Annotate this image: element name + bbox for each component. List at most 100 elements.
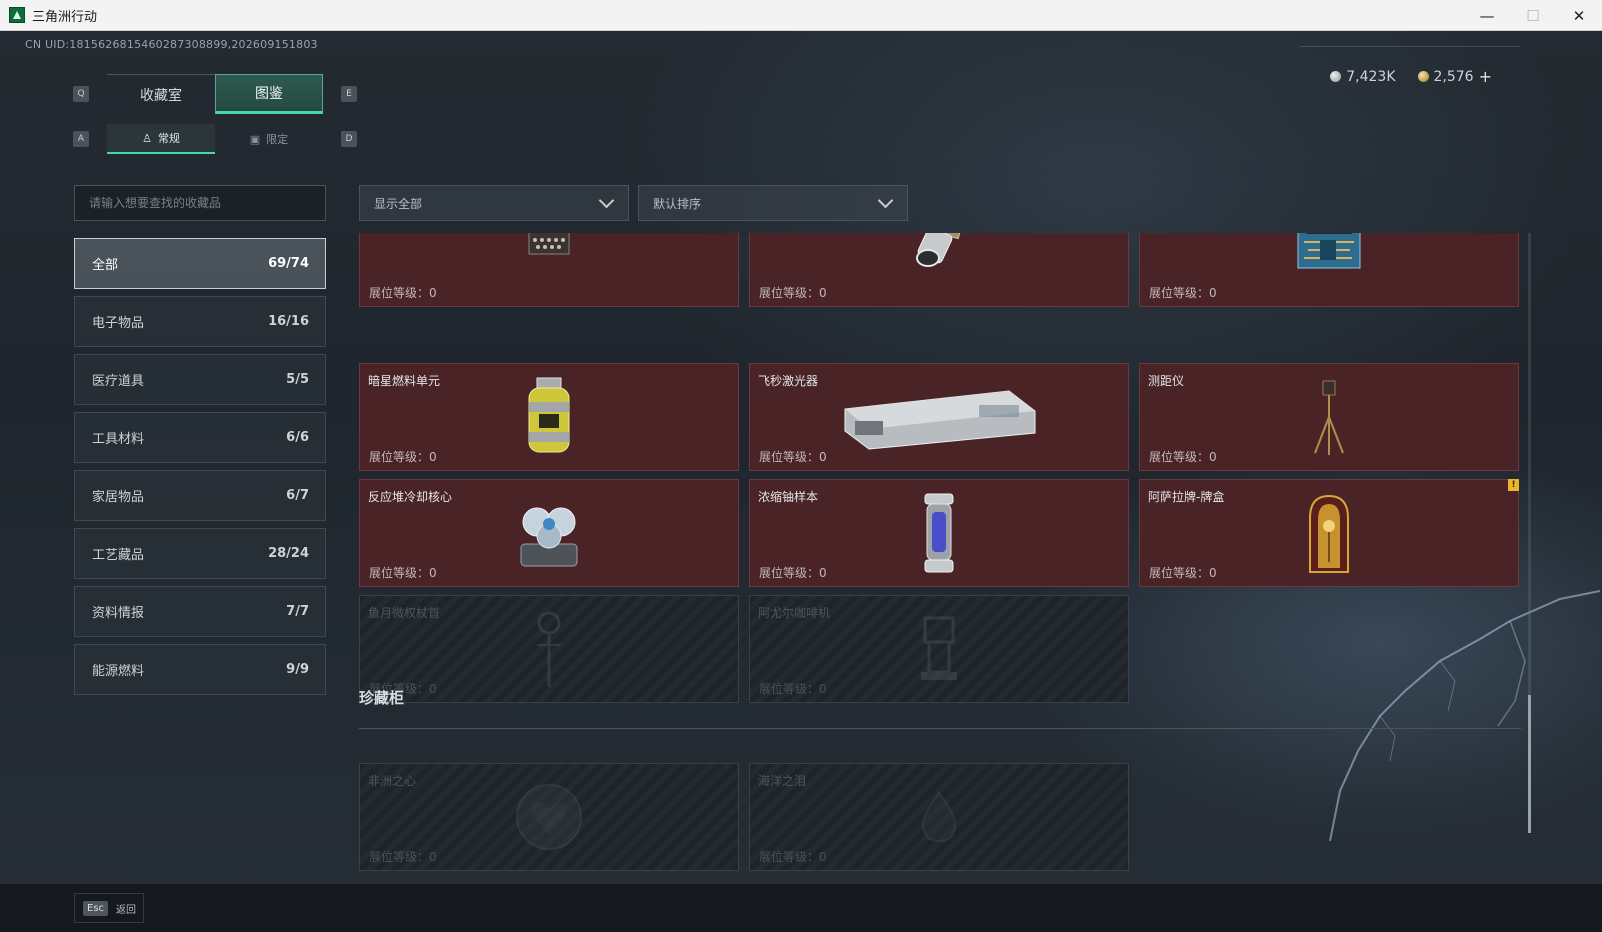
category-intel[interactable]: 资料情报 7/7 [74, 586, 326, 637]
category-count: 16/16 [268, 314, 309, 329]
decorative-line [1300, 46, 1520, 47]
silver-amount: 7,423K [1346, 68, 1396, 85]
cabinet-card-locked[interactable]: 海洋之泪 展位等级：0 [749, 763, 1129, 871]
card-name: 飞秒激光器 [758, 374, 819, 388]
uranium-capsule-icon [924, 493, 954, 573]
close-button[interactable]: ✕ [1556, 0, 1602, 31]
category-label: 全部 [92, 258, 119, 273]
window-titlebar: 三角洲行动 — ☐ ✕ [0, 0, 1602, 31]
prev-subtab-key-hint: A [73, 131, 89, 147]
player-uid: CN UID:1815626815460287308899,2026091518… [25, 38, 318, 51]
card-name: 测距仪 [1148, 374, 1185, 388]
back-button[interactable]: Esc 返回 [74, 893, 144, 923]
card-level: 展位等级：0 [759, 450, 827, 464]
subtab-limited[interactable]: ▣ 限定 [215, 124, 323, 154]
subtab-regular-label: 常规 [157, 132, 180, 145]
category-count: 5/5 [286, 372, 309, 387]
typewriter-icon [528, 233, 570, 255]
tab-collection-room[interactable]: 收藏室 [107, 74, 215, 114]
category-label: 资料情报 [92, 606, 145, 621]
collection-card[interactable]: 浓缩铀样本 展位等级：0 [749, 479, 1129, 587]
card-level: 展位等级：0 [759, 850, 827, 864]
game-screen: CN UID:1815626815460287308899,2026091518… [0, 31, 1602, 932]
circuit-machine-icon [1297, 233, 1361, 269]
chevron-down-icon [877, 192, 894, 208]
search-input[interactable] [74, 185, 326, 221]
category-electronics[interactable]: 电子物品 16/16 [74, 296, 326, 347]
card-level: 展位等级：0 [369, 566, 437, 580]
add-currency-button[interactable]: + [1479, 67, 1492, 86]
category-count: 6/7 [286, 488, 309, 503]
card-level: 展位等级：0 [369, 450, 437, 464]
card-level: 展位等级：0 [369, 286, 437, 300]
esc-key-hint: Esc [83, 900, 109, 916]
category-crafts[interactable]: 工艺藏品 28/24 [74, 528, 326, 579]
subtab-limited-label: 限定 [266, 133, 289, 146]
card-level: 展位等级：0 [1149, 566, 1217, 580]
minimize-button[interactable]: — [1464, 0, 1510, 31]
subtab-regular[interactable]: ♙ 常规 [107, 124, 215, 154]
scrollbar-thumb[interactable] [1528, 695, 1531, 833]
sort-dropdown-value: 默认排序 [653, 196, 702, 211]
tab-codex[interactable]: 图鉴 [215, 74, 323, 114]
category-label: 工具材料 [92, 432, 145, 447]
category-household[interactable]: 家居物品 6/7 [74, 470, 326, 521]
card-name: 海洋之泪 [758, 774, 807, 788]
gold-currency: 2,576 + [1417, 67, 1492, 86]
card-level: 展位等级：0 [1149, 286, 1217, 300]
collection-card-locked[interactable]: 鱼月微权杖首 展位等级：0 [359, 595, 739, 703]
collection-grid: 展位等级：0 展位等级：0 展位等级：0 暗星燃料单元 展位等级：0 飞秒激光器… [359, 233, 1531, 879]
back-label: 返回 [116, 904, 137, 916]
reactor-core-icon [520, 507, 578, 567]
collection-card[interactable]: 展位等级：0 [359, 233, 739, 307]
category-medical[interactable]: 医疗道具 5/5 [74, 354, 326, 405]
card-name: 非洲之心 [368, 774, 417, 788]
collection-card-locked[interactable]: 阿尤尔咖啡机 展位等级：0 [749, 595, 1129, 703]
collection-card[interactable]: 暗星燃料单元 展位等级：0 [359, 363, 739, 471]
category-all[interactable]: 全部 69/74 [74, 238, 326, 289]
collection-card[interactable]: 飞秒激光器 展位等级：0 [749, 363, 1129, 471]
card-level: 展位等级：0 [759, 286, 827, 300]
sort-dropdown[interactable]: 默认排序 [638, 185, 908, 221]
tripod-icon [1314, 380, 1344, 455]
app-logo-icon [9, 7, 25, 23]
category-label: 能源燃料 [92, 664, 145, 679]
filter-dropdown-value: 显示全部 [374, 196, 423, 211]
category-count: 69/74 [268, 256, 309, 271]
figure-icon: ♙ [142, 131, 152, 145]
category-label: 电子物品 [92, 316, 145, 331]
card-name: 反应堆冷却核心 [368, 490, 453, 504]
collection-card[interactable]: 测距仪 展位等级：0 [1139, 363, 1519, 471]
collection-card[interactable]: 展位等级：0 [749, 233, 1129, 307]
laser-case-icon [844, 390, 1036, 450]
window-controls: — ☐ ✕ [1464, 0, 1602, 31]
card-level: 展位等级：0 [369, 850, 437, 864]
card-level: 展位等级：0 [1149, 450, 1217, 464]
lens-device-icon [916, 233, 966, 268]
collection-card[interactable]: 反应堆冷却核心 展位等级：0 [359, 479, 739, 587]
category-energy[interactable]: 能源燃料 9/9 [74, 644, 326, 695]
category-count: 6/6 [286, 430, 309, 445]
collection-card[interactable]: 展位等级：0 [1139, 233, 1519, 307]
silver-coin-icon [1330, 71, 1342, 82]
fuel-canister-icon [528, 377, 570, 453]
card-name: 阿萨拉牌-牌盒 [1148, 490, 1225, 504]
gem-heart-icon [516, 784, 582, 850]
card-name: 浓缩铀样本 [758, 490, 819, 504]
cabinet-card-locked[interactable]: 非洲之心 展位等级：0 [359, 763, 739, 871]
maximize-button[interactable]: ☐ [1510, 0, 1556, 31]
category-tools[interactable]: 工具材料 6/6 [74, 412, 326, 463]
section-divider [359, 728, 1521, 729]
image-icon: ▣ [249, 132, 261, 146]
collection-card[interactable]: 阿萨拉牌-牌盒 ! 展位等级：0 [1139, 479, 1519, 587]
category-label: 家居物品 [92, 490, 145, 505]
category-count: 7/7 [286, 604, 309, 619]
next-subtab-key-hint: D [341, 131, 357, 147]
coffee-machine-icon [921, 616, 957, 680]
silver-currency: 7,423K [1330, 68, 1396, 85]
filter-dropdown[interactable]: 显示全部 [359, 185, 629, 221]
grid-scrollbar[interactable] [1528, 233, 1531, 833]
chevron-down-icon [598, 192, 615, 208]
card-level: 展位等级：0 [759, 682, 827, 696]
card-level: 展位等级：0 [759, 566, 827, 580]
